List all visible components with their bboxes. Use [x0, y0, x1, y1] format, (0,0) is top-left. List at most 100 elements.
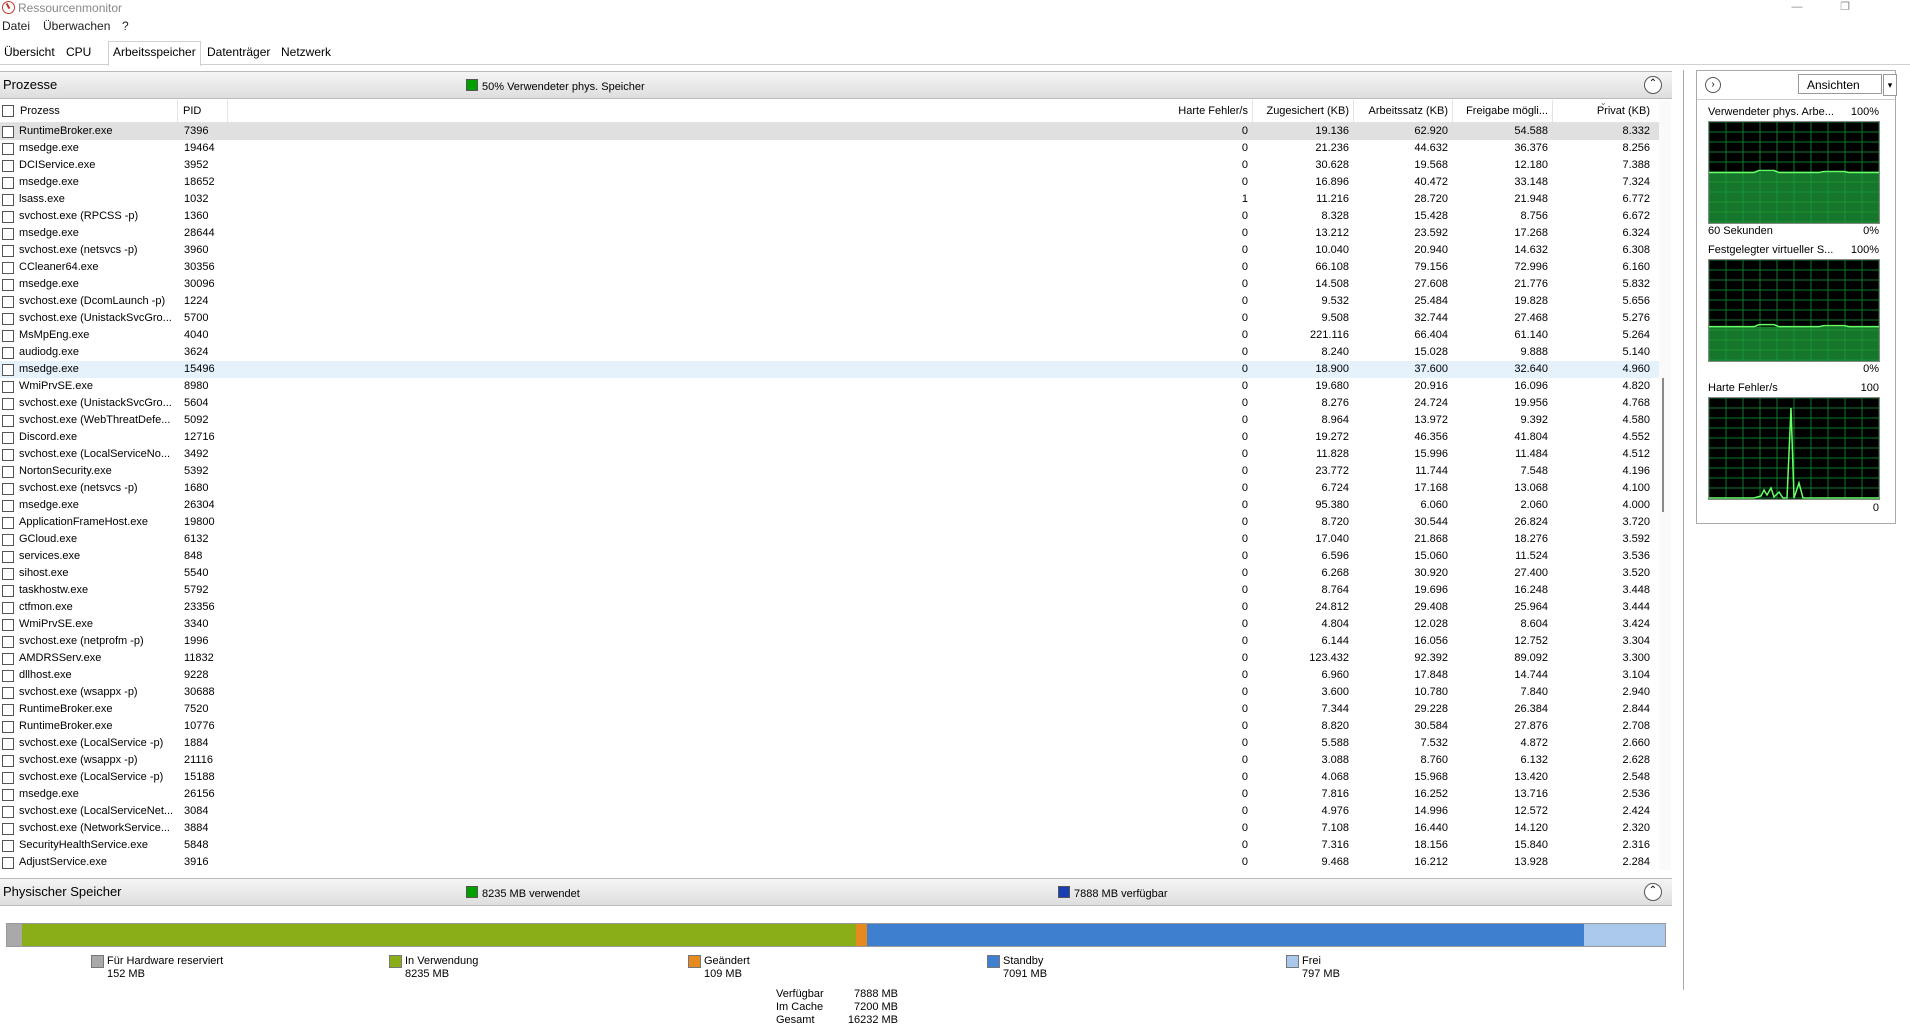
row-checkbox[interactable] — [2, 483, 14, 495]
column-separator[interactable] — [1353, 100, 1354, 122]
column-prozess[interactable]: Prozess — [20, 105, 60, 117]
row-checkbox[interactable] — [2, 738, 14, 750]
table-row[interactable]: msedge.exe 26156 0 7.816 16.252 13.716 2.536 — [0, 786, 1660, 803]
tab-cpu[interactable]: CPU — [64, 44, 93, 64]
menu-datei[interactable]: Datei — [2, 19, 30, 33]
table-row[interactable]: MsMpEng.exe 4040 0 221.116 66.404 61.140 5.264 — [0, 327, 1660, 344]
row-checkbox[interactable] — [2, 177, 14, 189]
table-row[interactable]: msedge.exe 30096 0 14.508 27.608 21.776 5.832 — [0, 276, 1660, 293]
table-row[interactable]: svchost.exe (wsappx -p) 21116 0 3.088 8.760 6… — [0, 752, 1660, 769]
table-row[interactable]: RuntimeBroker.exe 7396 0 19.136 62.920 54.588… — [0, 123, 1660, 140]
row-checkbox[interactable] — [2, 126, 14, 138]
column-separator[interactable] — [227, 100, 228, 122]
menu-ueberwachen[interactable]: Überwachen — [43, 19, 110, 33]
row-checkbox[interactable] — [2, 228, 14, 240]
table-row[interactable]: Discord.exe 12716 0 19.272 46.356 41.804 4.552 — [0, 429, 1660, 446]
column-separator[interactable] — [177, 100, 178, 122]
table-row[interactable]: WmiPrvSE.exe 8980 0 19.680 20.916 16.096 4.820 — [0, 378, 1660, 395]
row-checkbox[interactable] — [2, 160, 14, 172]
table-row[interactable]: svchost.exe (LocalServiceNet... 3084 0 4.97… — [0, 803, 1660, 820]
row-checkbox[interactable] — [2, 721, 14, 733]
row-checkbox[interactable] — [2, 415, 14, 427]
row-checkbox[interactable] — [2, 636, 14, 648]
processes-collapse-button[interactable]: ⌃ — [1644, 76, 1662, 94]
table-row[interactable]: svchost.exe (RPCSS -p) 1360 0 8.328 15.428 8.… — [0, 208, 1660, 225]
row-checkbox[interactable] — [2, 840, 14, 852]
table-row[interactable]: RuntimeBroker.exe 10776 0 8.820 30.584 27.876… — [0, 718, 1660, 735]
table-row[interactable]: svchost.exe (LocalService -p) 1884 0 5.588 7… — [0, 735, 1660, 752]
table-row[interactable]: DCIService.exe 3952 0 30.628 19.568 12.180 7.3… — [0, 157, 1660, 174]
table-row[interactable]: svchost.exe (NetworkService... 3884 0 7.108… — [0, 820, 1660, 837]
table-row[interactable]: RuntimeBroker.exe 7520 0 7.344 29.228 26.384 2… — [0, 701, 1660, 718]
row-checkbox[interactable] — [2, 823, 14, 835]
pane-splitter[interactable] — [1683, 70, 1684, 990]
row-checkbox[interactable] — [2, 670, 14, 682]
table-row[interactable]: GCloud.exe 6132 0 17.040 21.868 18.276 3.592 — [0, 531, 1660, 548]
row-checkbox[interactable] — [2, 381, 14, 393]
row-checkbox[interactable] — [2, 687, 14, 699]
row-checkbox[interactable] — [2, 347, 14, 359]
row-checkbox[interactable] — [2, 279, 14, 291]
process-list-scrollbar[interactable] — [1659, 100, 1671, 870]
scrollbar-thumb[interactable] — [1662, 378, 1664, 512]
row-checkbox[interactable] — [2, 262, 14, 274]
row-checkbox[interactable] — [2, 772, 14, 784]
row-checkbox[interactable] — [2, 857, 14, 869]
column-separator[interactable] — [1552, 100, 1553, 122]
table-row[interactable]: svchost.exe (UnistackSvcGro... 5604 0 8.276… — [0, 395, 1660, 412]
row-checkbox[interactable] — [2, 211, 14, 223]
row-checkbox[interactable] — [2, 806, 14, 818]
row-checkbox[interactable] — [2, 602, 14, 614]
table-row[interactable]: NortonSecurity.exe 5392 0 23.772 11.744 7.548… — [0, 463, 1660, 480]
column-zugesichert[interactable]: Zugesichert (KB) — [1266, 105, 1349, 117]
menu-help[interactable]: ? — [122, 19, 129, 33]
physical-memory-collapse-button[interactable]: ⌃ — [1644, 883, 1662, 901]
restore-button[interactable]: ❐ — [1830, 0, 1860, 16]
table-row[interactable]: msedge.exe 18652 0 16.896 40.472 33.148 7.324 — [0, 174, 1660, 191]
table-row[interactable]: ctfmon.exe 23356 0 24.812 29.408 25.964 3.444 — [0, 599, 1660, 616]
table-row[interactable]: sihost.exe 5540 0 6.268 30.920 27.400 3.520 — [0, 565, 1660, 582]
row-checkbox[interactable] — [2, 653, 14, 665]
tab-datentraeger[interactable]: Datenträger — [205, 44, 272, 64]
row-checkbox[interactable] — [2, 432, 14, 444]
table-row[interactable]: svchost.exe (LocalService -p) 15188 0 4.068… — [0, 769, 1660, 786]
tab-uebersicht[interactable]: Übersicht — [2, 44, 57, 64]
select-all-checkbox[interactable] — [2, 105, 14, 117]
row-checkbox[interactable] — [2, 568, 14, 580]
table-row[interactable]: taskhostw.exe 5792 0 8.764 19.696 16.248 3.448 — [0, 582, 1660, 599]
table-row[interactable]: CCleaner64.exe 30356 0 66.108 79.156 72.996 6.… — [0, 259, 1660, 276]
column-harte-fehler[interactable]: Harte Fehler/s — [1178, 105, 1248, 117]
row-checkbox[interactable] — [2, 585, 14, 597]
row-checkbox[interactable] — [2, 330, 14, 342]
table-row[interactable]: ApplicationFrameHost.exe 19800 0 8.720 30.54… — [0, 514, 1660, 531]
table-row[interactable]: dllhost.exe 9228 0 6.960 17.848 14.744 3.104 — [0, 667, 1660, 684]
row-checkbox[interactable] — [2, 517, 14, 529]
column-pid[interactable]: PID — [183, 105, 201, 117]
row-checkbox[interactable] — [2, 619, 14, 631]
table-row[interactable]: SecurityHealthService.exe 5848 0 7.316 18.15… — [0, 837, 1660, 854]
table-row[interactable]: AdjustService.exe 3916 0 9.468 16.212 13.928 2… — [0, 854, 1660, 871]
column-separator[interactable] — [1252, 100, 1253, 122]
minimize-button[interactable]: — — [1782, 0, 1812, 16]
table-row[interactable]: svchost.exe (LocalServiceNo... 3492 0 11.82… — [0, 446, 1660, 463]
table-row[interactable]: lsass.exe 1032 1 11.216 28.720 21.948 6.772 — [0, 191, 1660, 208]
table-row[interactable]: audiodg.exe 3624 0 8.240 15.028 9.888 5.140 — [0, 344, 1660, 361]
table-row[interactable]: svchost.exe (wsappx -p) 30688 0 3.600 10.780… — [0, 684, 1660, 701]
table-row[interactable]: svchost.exe (netsvcs -p) 1680 0 6.724 17.168… — [0, 480, 1660, 497]
row-checkbox[interactable] — [2, 296, 14, 308]
row-checkbox[interactable] — [2, 755, 14, 767]
table-row[interactable]: svchost.exe (UnistackSvcGro... 5700 0 9.508… — [0, 310, 1660, 327]
views-dropdown-icon[interactable]: ▾ — [1883, 74, 1897, 96]
table-row[interactable]: msedge.exe 15496 0 18.900 37.600 32.640 4.960 — [0, 361, 1660, 378]
row-checkbox[interactable] — [2, 449, 14, 461]
table-row[interactable]: svchost.exe (WebThreatDefe... 5092 0 8.964 1… — [0, 412, 1660, 429]
physical-memory-header[interactable]: Physischer Speicher 8235 MB verwendet 78… — [0, 878, 1672, 906]
expand-panel-button[interactable]: › — [1705, 77, 1721, 93]
row-checkbox[interactable] — [2, 194, 14, 206]
row-checkbox[interactable] — [2, 534, 14, 546]
processes-header[interactable]: Prozesse 50% Verwendeter phys. Speicher … — [0, 71, 1672, 99]
table-row[interactable]: msedge.exe 26304 0 95.380 6.060 2.060 4.000 — [0, 497, 1660, 514]
tab-netzwerk[interactable]: Netzwerk — [279, 44, 333, 64]
tab-arbeitsspeicher[interactable]: Arbeitsspeicher — [108, 41, 201, 66]
table-row[interactable]: svchost.exe (DcomLaunch -p) 1224 0 9.532 25.… — [0, 293, 1660, 310]
